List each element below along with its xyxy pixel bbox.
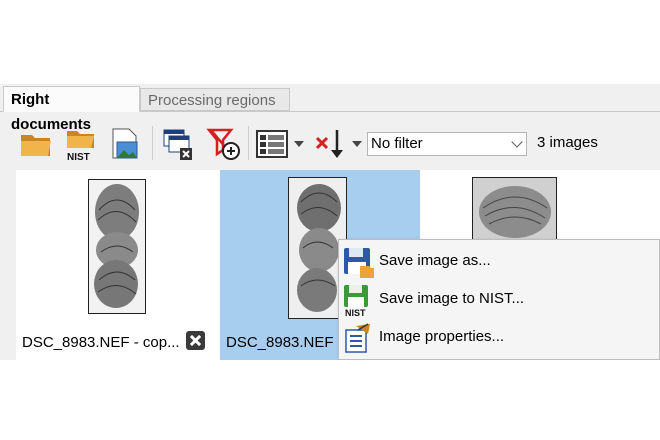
tab-processing-regions[interactable]: Processing regions (140, 88, 290, 111)
view-mode-icon[interactable] (254, 126, 290, 162)
toolbar: NIST No filter 3 images (0, 112, 660, 170)
gallery-item-caption: DSC_8983.NEF - (226, 334, 343, 351)
menu-item-label: Image properties... (379, 328, 505, 345)
filter-select[interactable]: No filter (367, 132, 527, 156)
documents-panel: Right documents Processing regions NIST (0, 84, 660, 360)
menu-item-label: Save image to NIST... (379, 290, 525, 307)
context-menu: Save image as... NIST Save image to NIST… (338, 239, 660, 360)
view-mode-dropdown-arrow[interactable] (294, 141, 304, 147)
menu-item-save-image-as[interactable]: Save image as... (339, 244, 660, 280)
menu-item-save-image-to-nist[interactable]: NIST Save image to NIST... (339, 282, 660, 318)
nist-save-icon: NIST (342, 284, 374, 318)
fingerprint-thumbnail (472, 177, 557, 241)
sort-dropdown-arrow[interactable] (352, 141, 362, 147)
filter-select-value: No filter (371, 135, 423, 152)
toolbar-separator (152, 126, 153, 160)
close-icon[interactable] (186, 331, 205, 350)
tab-right-documents[interactable]: Right documents (3, 86, 140, 133)
import-image-icon[interactable] (108, 126, 144, 162)
image-count: 3 images (537, 134, 598, 151)
menu-item-image-properties[interactable]: Image properties... (339, 320, 660, 356)
remove-filter-icon[interactable] (205, 126, 241, 162)
menu-item-label: Save image as... (379, 252, 491, 269)
close-windows-icon[interactable] (160, 126, 196, 162)
floppy-save-icon (342, 246, 374, 278)
chevron-down-icon (511, 136, 523, 148)
gallery-item-caption: DSC_8983.NEF - cop... (22, 334, 180, 351)
svg-text:NIST: NIST (345, 308, 366, 316)
gallery-item[interactable]: DSC_8983.NEF - cop... (16, 170, 216, 360)
svg-text:NIST: NIST (67, 152, 90, 162)
fingerprint-thumbnail (88, 179, 146, 314)
tab-bar: Right documents Processing regions (0, 84, 660, 133)
properties-icon (342, 322, 374, 354)
toolbar-separator (248, 126, 249, 160)
sort-icon[interactable] (313, 126, 349, 162)
